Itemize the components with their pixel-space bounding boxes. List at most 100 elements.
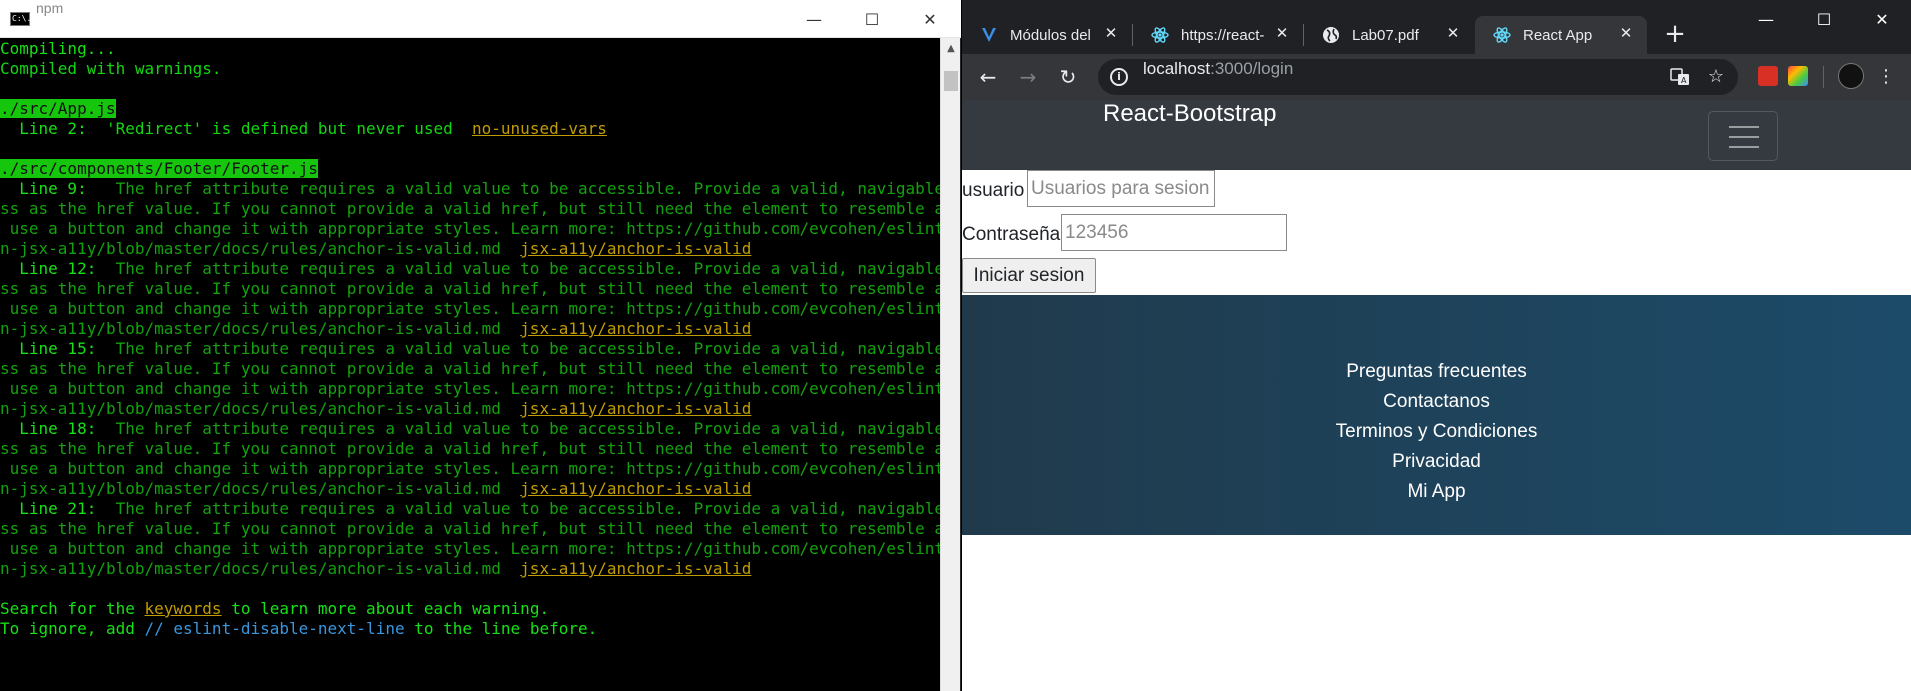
tab-close-icon[interactable]: ✕ [1102,25,1120,43]
terminal-text: The href attribute requires a valid valu… [115,499,940,518]
navbar-brand[interactable]: React-Bootstrap [1103,100,1276,128]
terminal-text: The href attribute requires a valid valu… [115,419,940,438]
close-button[interactable]: ✕ [901,0,959,38]
info-icon[interactable]: i [1110,68,1128,86]
terminal-line: Line 9: The href attribute requires a va… [0,179,940,199]
terminal-text: ./src/App.js [0,99,116,118]
browser-maximize-button[interactable]: ☐ [1795,0,1853,38]
terminal-line: ss as the href value. If you cannot prov… [0,199,940,219]
tab-react-app[interactable]: React App ✕ [1475,16,1647,54]
url-path: :3000/login [1210,59,1294,78]
footer-link[interactable]: Privacidad [962,447,1911,477]
login-button[interactable]: Iniciar sesion [962,258,1096,293]
terminal-scrollbar[interactable]: ▲ [940,38,960,691]
url-text[interactable]: localhost:3000/login [1143,59,1293,79]
footer-link[interactable]: Contactanos [962,387,1911,417]
terminal-line: Line 2: 'Redirect' is defined but never … [0,119,940,139]
terminal-text: use a button and change it with appropri… [0,379,940,398]
terminal-text: use a button and change it with appropri… [0,299,940,318]
profile-avatar-icon[interactable] [1838,63,1864,89]
terminal-text: 'Redirect' is defined but never used [105,119,473,138]
terminal-line: use a button and change it with appropri… [0,379,940,399]
terminal-line: ss as the href value. If you cannot prov… [0,359,940,379]
svg-text:A: A [1681,76,1687,85]
terminal-text: n-jsx-a11y/blob/master/docs/rules/anchor… [0,319,521,338]
terminal-text: Line 21: [0,499,116,518]
terminal-text: ss as the href value. If you cannot prov… [0,359,940,378]
translate-icon[interactable]: A [1670,67,1690,87]
terminal-line: Compiled with warnings. [0,59,940,79]
terminal-text: n-jsx-a11y/blob/master/docs/rules/anchor… [0,479,521,498]
browser-close-button[interactable]: ✕ [1853,0,1911,38]
footer-link[interactable]: Preguntas frecuentes [962,357,1911,387]
terminal-link[interactable]: keywords [145,599,222,618]
user-input[interactable] [1027,170,1215,207]
terminal-text: to the line before. [404,619,598,638]
terminal-text: use a button and change it with appropri… [0,219,940,238]
terminal-text: ss as the href value. If you cannot prov… [0,279,940,298]
kebab-menu-icon[interactable]: ⋮ [1876,62,1896,92]
react-icon [1493,26,1511,44]
toolbar-separator [1823,66,1824,88]
scroll-up-arrow-icon[interactable]: ▲ [941,40,961,58]
user-label: usuario [962,180,1025,201]
footer-links: Preguntas frecuentes Contactanos Termino… [962,357,1911,507]
star-bookmark-icon[interactable]: ☆ [1706,67,1726,87]
terminal-text: ss as the href value. If you cannot prov… [0,439,940,458]
terminal-line: To ignore, add // eslint-disable-next-li… [0,619,940,639]
terminal-text: n-jsx-a11y/blob/master/docs/rules/anchor… [0,399,521,418]
footer-link[interactable]: Mi App [962,477,1911,507]
terminal-window: C:\. npm — ☐ ✕ Compiling... Compiled with… [0,0,961,691]
terminal-output[interactable]: Compiling... Compiled with warnings. ./src… [0,38,940,691]
terminal-text: Line 15: [0,339,116,358]
navbar: React-Bootstrap [962,100,1911,170]
tab-label: React App [1523,26,1593,44]
password-input[interactable] [1061,214,1287,251]
terminal-line: use a button and change it with appropri… [0,299,940,319]
footer: Preguntas frecuentes Contactanos Termino… [962,295,1911,535]
terminal-text: Line 2: [0,119,106,138]
new-tab-plus-icon[interactable]: + [1659,18,1691,50]
tab-label: https://react- [1181,26,1265,44]
footer-link[interactable]: Terminos y Condiciones [962,417,1911,447]
terminal-line: Line 18: The href attribute requires a v… [0,419,940,439]
back-arrow-icon[interactable]: ← [973,62,1003,92]
forward-arrow-icon[interactable]: → [1013,62,1043,92]
tab-close-icon[interactable]: ✕ [1617,25,1635,43]
tab-lab07-pdf[interactable]: Lab07.pdf ✕ [1304,16,1474,54]
terminal-line: ss as the href value. If you cannot prov… [0,519,940,539]
terminal-link[interactable]: no-unused-vars [472,119,607,138]
tab-label: Módulos del [1010,26,1091,44]
login-form: usuario Contraseña Iniciar sesion [962,170,1911,295]
scroll-thumb[interactable] [944,71,958,91]
terminal-link[interactable]: jsx-a11y/anchor-is-valid [520,479,751,498]
browser-minimize-button[interactable]: — [1737,0,1795,38]
tab-modulos[interactable]: Módulos del ✕ [962,16,1132,54]
address-bar[interactable]: i localhost:3000/login A ☆ [1098,59,1738,95]
tab-label: Lab07.pdf [1352,26,1419,44]
terminal-text: use a button and change it with appropri… [0,459,940,478]
terminal-link[interactable]: jsx-a11y/anchor-is-valid [520,559,751,578]
reload-icon[interactable]: ↻ [1053,62,1083,92]
color-extension-icon[interactable] [1788,66,1808,86]
pocket-extension-icon[interactable] [1758,66,1778,86]
terminal-line: ss as the href value. If you cannot prov… [0,439,940,459]
minimize-button[interactable]: — [785,0,843,38]
terminal-link[interactable]: jsx-a11y/anchor-is-valid [520,239,751,258]
globe-icon [1322,26,1340,44]
terminal-text: n-jsx-a11y/blob/master/docs/rules/anchor… [0,239,521,258]
terminal-link[interactable]: jsx-a11y/anchor-is-valid [520,319,751,338]
terminal-line: Line 21: The href attribute requires a v… [0,499,940,519]
terminal-text: Line 9: [0,179,106,198]
terminal-text: To ignore, add [0,619,145,638]
terminal-link[interactable]: jsx-a11y/anchor-is-valid [520,399,751,418]
tab-react-bootstrap[interactable]: https://react- ✕ [1133,16,1303,54]
maximize-button[interactable]: ☐ [843,0,901,38]
terminal-line: n-jsx-a11y/blob/master/docs/rules/anchor… [0,399,940,419]
hamburger-menu-icon[interactable] [1708,111,1778,161]
web-page: React-Bootstrap usuario Contraseña Inici… [962,100,1911,691]
tab-close-icon[interactable]: ✕ [1444,25,1462,43]
tab-close-icon[interactable]: ✕ [1273,25,1291,43]
